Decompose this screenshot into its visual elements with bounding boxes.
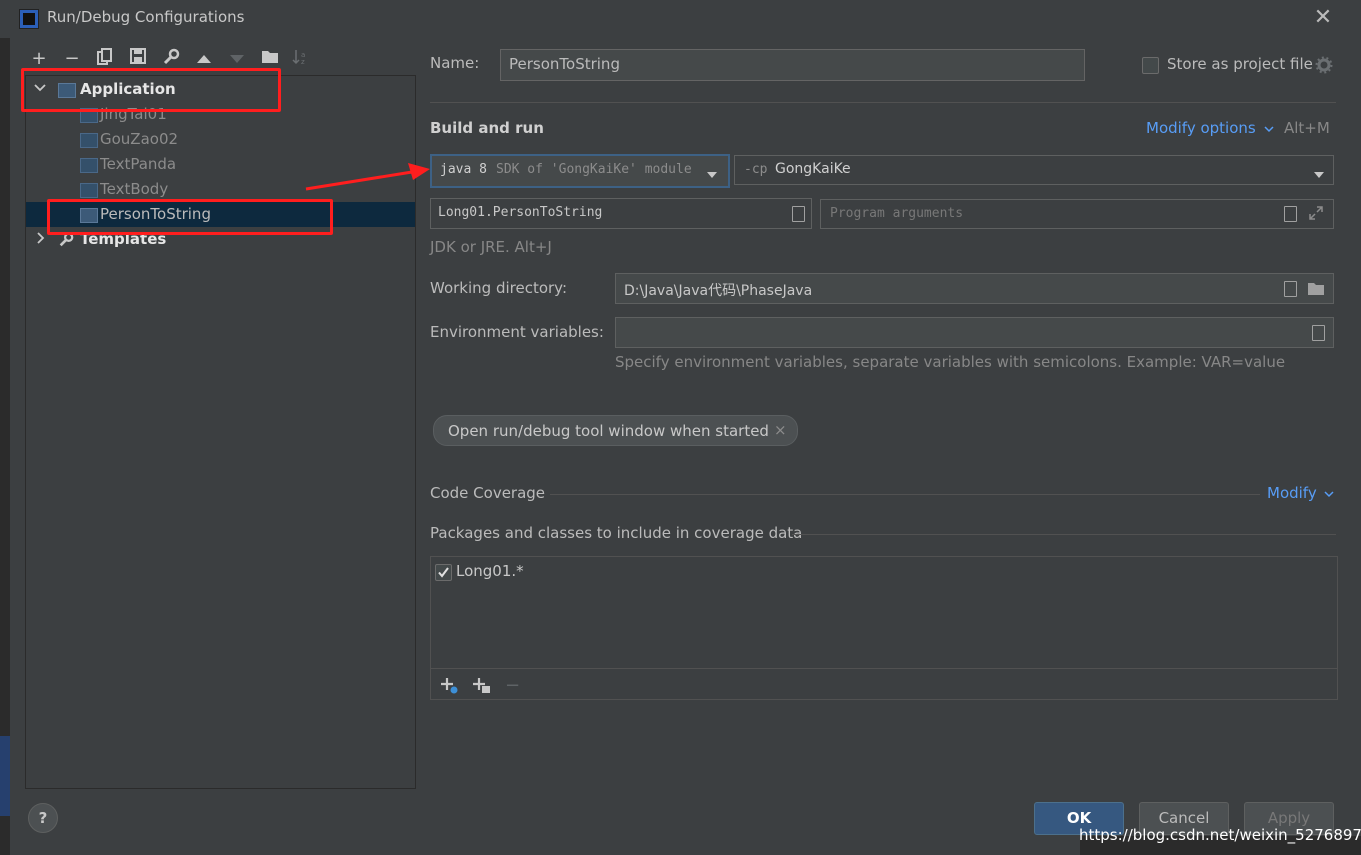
coverage-entry-checkbox[interactable] [435, 564, 452, 581]
store-project-checkbox[interactable] [1142, 57, 1159, 74]
chip-label: Open run/debug tool window when started [448, 422, 769, 440]
wrench-icon[interactable] [160, 48, 182, 70]
divider [550, 494, 1260, 495]
dropdown-arrow-icon [706, 165, 718, 183]
program-arguments-placeholder: Program arguments [830, 206, 964, 221]
add-class-icon[interactable] [471, 675, 491, 699]
application-config-icon [80, 158, 98, 173]
name-input[interactable]: PersonToString [500, 49, 1085, 81]
window-title: Run/Debug Configurations [47, 8, 245, 26]
coverage-entry-label: Long01.* [456, 562, 524, 580]
main-class-input[interactable]: Long01.PersonToString [430, 198, 812, 229]
browse-document-icon[interactable] [1284, 206, 1297, 222]
divider [430, 102, 1336, 103]
remove-icon[interactable]: − [61, 48, 83, 70]
watermark-text: https://blog.csdn.net/weixin_52768976 [1079, 826, 1361, 844]
highlight-box-application [21, 68, 281, 112]
divider [792, 534, 1336, 535]
classpath-prefix: -cp [744, 162, 768, 177]
copy-icon[interactable] [94, 48, 116, 70]
close-icon[interactable]: ✕ [1311, 6, 1335, 30]
name-label: Name: [430, 54, 480, 72]
chevron-right-icon[interactable] [36, 227, 46, 252]
working-directory-input[interactable]: D:\Java\Java代码\PhaseJava [615, 273, 1334, 304]
chip-close-icon[interactable]: × [774, 421, 787, 439]
coverage-packages-label: Packages and classes to include in cover… [430, 524, 803, 542]
build-run-heading: Build and run [430, 119, 544, 137]
environment-variables-hint: Specify environment variables, separate … [615, 353, 1286, 371]
dropdown-arrow-icon [1313, 165, 1325, 183]
environment-variables-label: Environment variables: [430, 323, 604, 341]
folder-icon[interactable] [1307, 280, 1325, 300]
coverage-modify-link[interactable]: Modify [1267, 484, 1317, 502]
move-down-icon[interactable] [226, 48, 248, 70]
tree-item-label: TextPanda [100, 155, 177, 173]
store-project-label: Store as project file [1167, 55, 1313, 73]
highlight-box-persontostring [47, 199, 333, 235]
jdk-select-main: java 8 [440, 162, 487, 177]
coverage-list: Long01.* − [430, 556, 1338, 700]
program-arguments-input[interactable]: Program arguments [820, 199, 1334, 229]
jdk-select-detail: SDK of 'GongKaiKe' module [496, 162, 692, 177]
chevron-down-icon[interactable] [1264, 119, 1274, 137]
folder-icon[interactable] [259, 48, 281, 70]
divider [431, 668, 1337, 669]
name-input-value: PersonToString [509, 55, 620, 73]
tree-item-gouzao02[interactable]: GouZao02 [26, 127, 415, 152]
add-icon[interactable]: + [28, 48, 50, 70]
modify-options-shortcut: Alt+M [1284, 119, 1330, 137]
classpath-value: GongKaiKe [775, 161, 851, 177]
svg-text:z: z [301, 58, 305, 66]
working-directory-label: Working directory: [430, 279, 568, 297]
background-ide-strip-blue [0, 736, 10, 816]
remove-icon[interactable]: − [505, 675, 520, 696]
modify-options-link[interactable]: Modify options [1146, 119, 1256, 137]
gear-icon[interactable] [1315, 56, 1333, 78]
browse-document-icon[interactable] [792, 206, 805, 222]
classpath-select[interactable]: -cp GongKaiKe [734, 155, 1334, 185]
move-up-icon[interactable] [193, 48, 215, 70]
expand-icon[interactable] [1308, 205, 1324, 225]
application-config-icon [80, 133, 98, 148]
working-directory-value: D:\Java\Java代码\PhaseJava [624, 283, 813, 299]
open-tool-window-chip[interactable]: Open run/debug tool window when started … [433, 415, 798, 446]
environment-variables-input[interactable] [615, 317, 1334, 348]
add-package-icon[interactable] [439, 675, 459, 699]
jdk-hint: JDK or JRE. Alt+J [430, 238, 552, 256]
chevron-down-icon[interactable] [1324, 484, 1334, 502]
main-class-value: Long01.PersonToString [438, 205, 603, 220]
sort-icon[interactable]: az [290, 48, 312, 70]
code-coverage-heading: Code Coverage [430, 484, 546, 502]
save-icon[interactable] [127, 48, 149, 70]
browse-document-icon[interactable] [1312, 325, 1325, 341]
help-button[interactable]: ? [28, 803, 58, 833]
jdk-select[interactable]: java 8 SDK of 'GongKaiKe' module [430, 154, 730, 188]
tree-item-label: GouZao02 [100, 130, 179, 148]
application-config-icon [80, 183, 98, 198]
background-ide-strip [0, 38, 10, 855]
arrow-annotation-icon [305, 163, 430, 191]
browse-document-icon[interactable] [1284, 281, 1297, 297]
intellij-app-icon [19, 9, 39, 29]
